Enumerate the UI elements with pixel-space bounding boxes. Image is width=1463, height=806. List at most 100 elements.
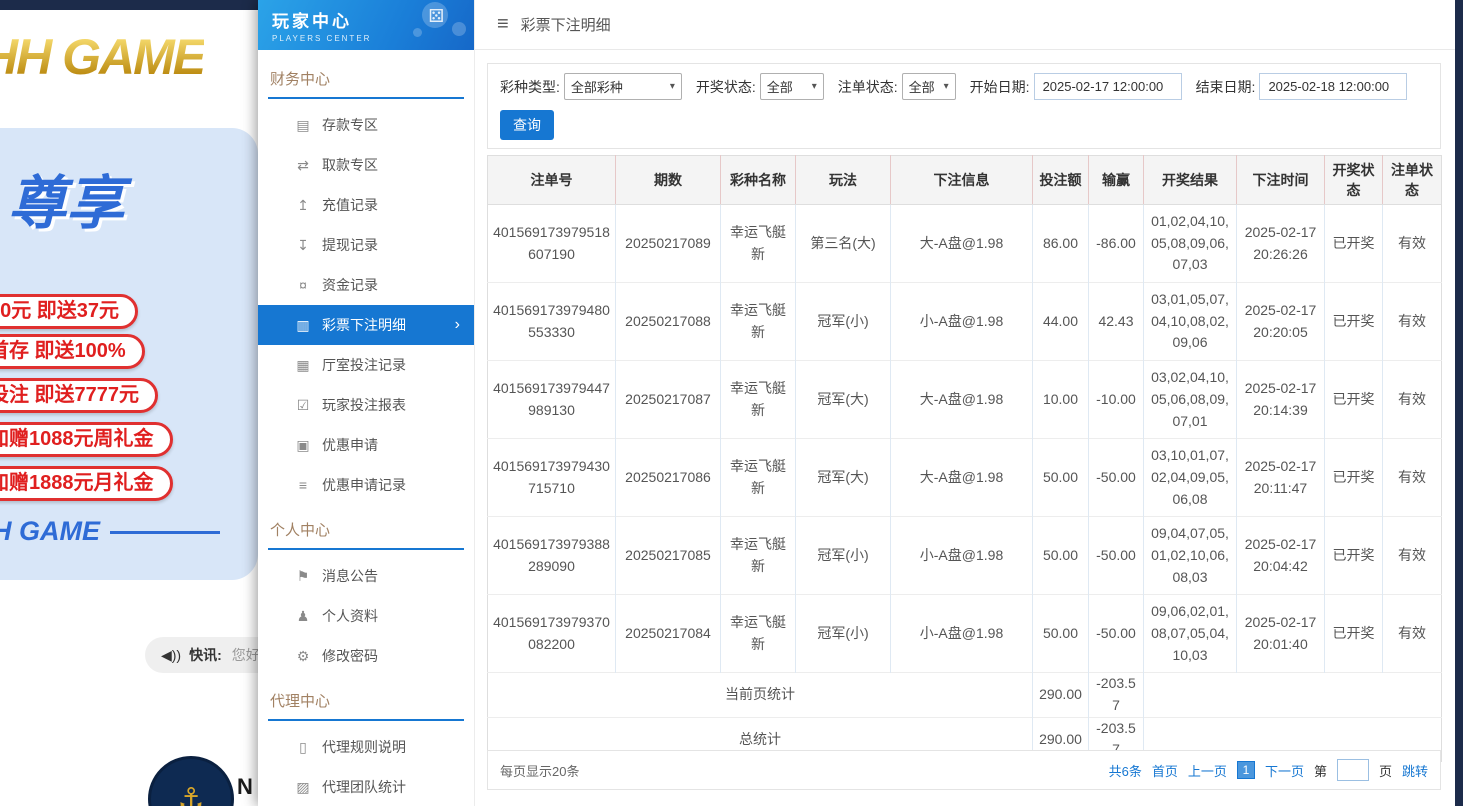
hall-bet-record-icon: ▦ bbox=[292, 357, 314, 374]
sidebar-item-label: 代理团队统计 bbox=[322, 777, 406, 797]
cell-bet-info: 小-A盘@1.98 bbox=[891, 283, 1033, 361]
page-summary-winloss: -203.57 bbox=[1089, 673, 1144, 717]
cell-order-no: 401569173979388289090 bbox=[488, 517, 616, 595]
recharge-record-icon: ↥ bbox=[292, 197, 314, 214]
cell-draw-result: 03,10,01,07,02,04,09,05,06,08 bbox=[1144, 439, 1237, 517]
cell-order-no: 401569173979447989130 bbox=[488, 361, 616, 439]
start-date-input[interactable] bbox=[1034, 73, 1182, 100]
cell-win-loss: -50.00 bbox=[1089, 517, 1144, 595]
sidebar-item-label: 厅室投注记录 bbox=[322, 355, 406, 375]
person-icon: ♟ bbox=[292, 608, 314, 625]
sidebar-item-deposit[interactable]: ▤存款专区 bbox=[258, 105, 474, 145]
column-header-draw-result: 开奖结果 bbox=[1144, 156, 1237, 205]
search-button[interactable]: 查询 bbox=[500, 110, 554, 140]
cell-play-type: 冠军(小) bbox=[796, 517, 891, 595]
table-body: 40156917397951860719020250217089幸运飞艇新第三名… bbox=[488, 205, 1442, 673]
column-header-draw-status: 开奖状态 bbox=[1325, 156, 1383, 205]
cell-draw-status: 已开奖 bbox=[1325, 283, 1383, 361]
table-row: 40156917397937008220020250217084幸运飞艇新冠军(… bbox=[488, 595, 1442, 673]
chevron-down-icon: ▾ bbox=[670, 81, 675, 92]
promo-pill: 首存 即送100% bbox=[0, 334, 145, 369]
sidebar-item-label: 代理规则说明 bbox=[322, 737, 406, 757]
main-panel: ≡ 彩票下注明细 彩种类型: 全部彩种 ▾ 开奖状态: 全部 ▾ 注单状态: bbox=[475, 0, 1455, 806]
bubble-decoration bbox=[413, 28, 422, 37]
sidebar-item-recharge-record[interactable]: ↥充值记录 bbox=[258, 185, 474, 225]
player-bet-report-icon: ☑ bbox=[292, 397, 314, 414]
current-page-indicator: 1 bbox=[1237, 761, 1255, 779]
funds-record-icon: ¤ bbox=[292, 277, 314, 293]
lottery-type-value: 全部彩种 bbox=[571, 77, 623, 96]
column-header-order-status: 注单状态 bbox=[1383, 156, 1442, 205]
page-jump-suffix: 页 bbox=[1379, 761, 1392, 780]
start-date-label: 开始日期: bbox=[970, 77, 1030, 97]
cell-bet-amount: 50.00 bbox=[1033, 439, 1089, 517]
cell-draw-result: 09,06,02,01,08,07,05,04,10,03 bbox=[1144, 595, 1237, 673]
sidebar-section-title: 代理中心 bbox=[270, 690, 462, 719]
order-status-select[interactable]: 全部 ▾ bbox=[902, 73, 956, 100]
cell-period: 20250217089 bbox=[616, 205, 721, 283]
jump-button[interactable]: 跳转 bbox=[1402, 761, 1428, 780]
right-dark-strip bbox=[1455, 0, 1463, 806]
sidebar-item-announcements[interactable]: ⚑消息公告 bbox=[258, 556, 474, 596]
cell-period: 20250217084 bbox=[616, 595, 721, 673]
page-size-text: 每页显示20条 bbox=[500, 761, 579, 780]
lottery-type-select[interactable]: 全部彩种 ▾ bbox=[564, 73, 682, 100]
ticker-label: 快讯: bbox=[189, 645, 222, 665]
cell-bet-amount: 10.00 bbox=[1033, 361, 1089, 439]
sidebar-item-label: 修改密码 bbox=[322, 646, 378, 666]
cell-bet-time: 2025-02-17 20:04:42 bbox=[1237, 517, 1325, 595]
banner-headline: 尊享 bbox=[8, 156, 124, 240]
team-stats-icon: ▨ bbox=[292, 779, 314, 796]
end-date-input[interactable] bbox=[1259, 73, 1407, 100]
cell-order-no: 401569173979370082200 bbox=[488, 595, 616, 673]
dice-icon: ⚄ bbox=[428, 6, 444, 27]
sidebar-item-label: 取款专区 bbox=[322, 155, 378, 175]
document-icon: ▯ bbox=[292, 739, 314, 756]
column-header-bet-info: 下注信息 bbox=[891, 156, 1033, 205]
cell-draw-status: 已开奖 bbox=[1325, 595, 1383, 673]
cell-period: 20250217085 bbox=[616, 517, 721, 595]
cell-draw-status: 已开奖 bbox=[1325, 205, 1383, 283]
next-page-link[interactable]: 下一页 bbox=[1265, 761, 1304, 780]
prev-page-link[interactable]: 上一页 bbox=[1188, 761, 1227, 780]
background-partial-text: N bbox=[237, 774, 253, 800]
sidebar-section-title: 财务中心 bbox=[270, 68, 462, 97]
cell-win-loss: -50.00 bbox=[1089, 439, 1144, 517]
page-jump-input[interactable] bbox=[1337, 759, 1369, 781]
sidebar-item-withdraw[interactable]: ⇄取款专区 bbox=[258, 145, 474, 185]
section-underline bbox=[268, 548, 464, 550]
section-underline bbox=[268, 97, 464, 99]
sidebar-item-label: 存款专区 bbox=[322, 115, 378, 135]
sidebar-item-withdraw-record[interactable]: ↧提现记录 bbox=[258, 225, 474, 265]
cell-period: 20250217087 bbox=[616, 361, 721, 439]
sidebar-item-promo-apply[interactable]: ▣优惠申请 bbox=[258, 425, 474, 465]
page: HH GAME 尊享 60元 即送37元首存 即送100%投注 即送7777元加… bbox=[0, 0, 1463, 806]
sidebar-item-agent-rules[interactable]: ▯ 代理规则说明 bbox=[258, 727, 474, 767]
cell-bet-info: 大-A盘@1.98 bbox=[891, 361, 1033, 439]
column-header-bet-time: 下注时间 bbox=[1237, 156, 1325, 205]
total-count-text: 共6条 bbox=[1109, 761, 1142, 780]
draw-status-label: 开奖状态: bbox=[696, 77, 756, 97]
sidebar-item-change-password[interactable]: ⚙修改密码 bbox=[258, 636, 474, 676]
sidebar-item-agent-team-stats[interactable]: ▨ 代理团队统计 bbox=[258, 767, 474, 806]
column-header-period: 期数 bbox=[616, 156, 721, 205]
sidebar-item-lottery-bet-detail[interactable]: ▥彩票下注明细› bbox=[258, 305, 474, 345]
cell-order-no: 401569173979480553330 bbox=[488, 283, 616, 361]
hamburger-icon[interactable]: ≡ bbox=[497, 13, 509, 36]
sidebar-item-funds-record[interactable]: ¤资金记录 bbox=[258, 265, 474, 305]
lottery-type-label: 彩种类型: bbox=[500, 77, 560, 97]
sidebar: 玩家中心 PLAYERS CENTER ⚄ 财务中心▤存款专区⇄取款专区↥充值记… bbox=[258, 0, 475, 806]
table-row: 40156917397944798913020250217087幸运飞艇新冠军(… bbox=[488, 361, 1442, 439]
bet-detail-table: 注单号期数彩种名称玩法下注信息投注额输赢开奖结果下注时间开奖状态注单状态 401… bbox=[487, 155, 1442, 762]
page-summary-bet: 290.00 bbox=[1033, 673, 1089, 717]
cell-order-status: 有效 bbox=[1383, 517, 1442, 595]
sidebar-item-hall-bet-record[interactable]: ▦ 厅室投注记录 bbox=[258, 345, 474, 385]
cell-bet-info: 小-A盘@1.98 bbox=[891, 595, 1033, 673]
cell-period: 20250217086 bbox=[616, 439, 721, 517]
sidebar-item-player-bet-report[interactable]: ☑玩家投注报表 bbox=[258, 385, 474, 425]
first-page-link[interactable]: 首页 bbox=[1152, 761, 1178, 780]
sidebar-item-profile[interactable]: ♟个人资料 bbox=[258, 596, 474, 636]
draw-status-select[interactable]: 全部 ▾ bbox=[760, 73, 824, 100]
promo-apply-record-icon: ≡ bbox=[292, 477, 314, 493]
sidebar-item-promo-apply-record[interactable]: ≡优惠申请记录 bbox=[258, 465, 474, 505]
